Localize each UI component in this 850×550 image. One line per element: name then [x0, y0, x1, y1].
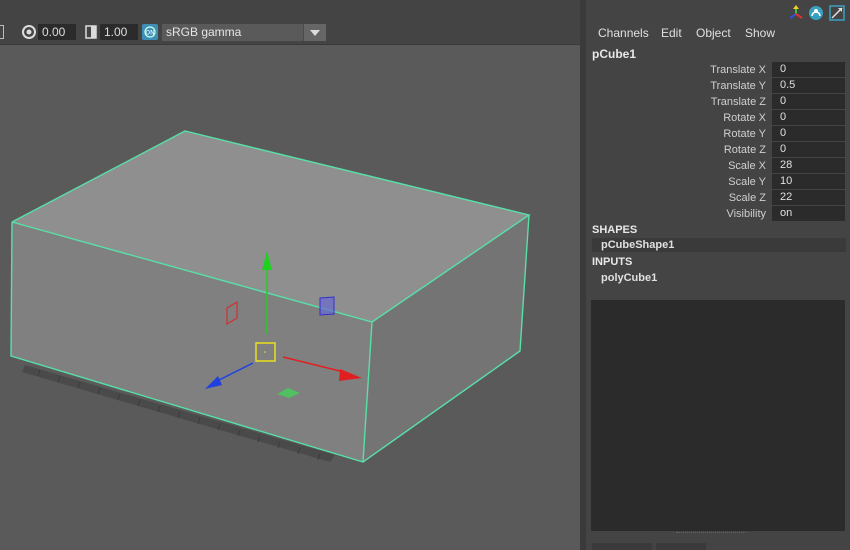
channel-label[interactable]: Translate Y	[710, 78, 766, 94]
channel-row[interactable]: Scale Z 22	[586, 190, 850, 206]
channel-box-menu: Channels Edit Object Show	[586, 26, 850, 42]
exposure-field[interactable]: 0.00	[38, 24, 76, 40]
color-space-dropdown[interactable]: sRGB gamma	[162, 24, 326, 41]
node-name[interactable]: pCube1	[592, 47, 636, 61]
inputs-header: INPUTS	[592, 256, 633, 268]
shapes-header: SHAPES	[592, 224, 638, 236]
menu-channels[interactable]: Channels	[598, 26, 649, 40]
gamma-icon[interactable]	[83, 24, 99, 40]
tool-settings-icon[interactable]	[788, 5, 804, 21]
channel-value-field[interactable]: 0	[772, 94, 845, 109]
bottom-tab[interactable]	[592, 543, 652, 550]
channel-row[interactable]: Translate Z 0	[586, 94, 850, 110]
channel-value-field[interactable]: 0.5	[772, 78, 845, 93]
menu-object[interactable]: Object	[696, 26, 731, 40]
channel-label[interactable]: Translate Z	[711, 94, 766, 110]
menu-show[interactable]: Show	[745, 26, 775, 40]
resize-grip[interactable]	[676, 532, 746, 536]
channel-row[interactable]: Translate X 0	[586, 62, 850, 78]
channel-box: Channels Edit Object Show pCube1 Transla…	[586, 0, 850, 550]
gamma-field[interactable]: 1.00	[100, 24, 138, 40]
channel-value-field[interactable]: 0	[772, 142, 845, 157]
channel-value-field[interactable]: 0	[772, 110, 845, 125]
pivot-center	[264, 351, 266, 353]
channel-label[interactable]: Translate X	[710, 62, 766, 78]
viewport-toolbar: 0.00 1.00 ON sRGB gamma	[0, 0, 583, 45]
channel-label[interactable]: Scale X	[728, 158, 766, 174]
channel-row[interactable]: Rotate Y 0	[586, 126, 850, 142]
color-management-icon[interactable]: ON	[142, 24, 158, 40]
channel-value-field[interactable]: on	[772, 206, 845, 221]
channel-row[interactable]: Scale X 28	[586, 158, 850, 174]
channel-label[interactable]: Rotate Z	[724, 142, 766, 158]
input-item[interactable]: polyCube1	[592, 271, 846, 285]
channel-value-field[interactable]: 10	[772, 174, 845, 189]
chevron-down-icon[interactable]	[303, 24, 326, 41]
exposure-icon[interactable]	[21, 24, 37, 40]
channel-label[interactable]: Scale Z	[729, 190, 766, 206]
viewport-panel: 0.00 1.00 ON sRGB gamma	[0, 0, 583, 550]
bottom-tab[interactable]	[656, 543, 706, 550]
xy-plane-handle[interactable]	[319, 296, 335, 316]
channel-row[interactable]: Scale Y 10	[586, 174, 850, 190]
3d-viewport[interactable]	[0, 45, 583, 550]
channel-value-field[interactable]: 28	[772, 158, 845, 173]
channel-row[interactable]: Translate Y 0.5	[586, 78, 850, 94]
channel-row[interactable]: Visibility on	[586, 206, 850, 222]
channel-box-icon[interactable]	[829, 5, 845, 21]
channel-row[interactable]: Rotate Z 0	[586, 142, 850, 158]
attribute-editor-icon[interactable]	[808, 5, 824, 21]
channel-value-field[interactable]: 22	[772, 190, 845, 205]
shape-item[interactable]: pCubeShape1	[592, 238, 846, 252]
channel-label[interactable]: Rotate Y	[723, 126, 766, 142]
svg-text:ON: ON	[145, 30, 154, 37]
channel-value-field[interactable]: 0	[772, 126, 845, 141]
channel-row[interactable]: Rotate X 0	[586, 110, 850, 126]
channel-value-field[interactable]: 0	[772, 62, 845, 77]
channel-label[interactable]: Scale Y	[728, 174, 766, 190]
menu-edit[interactable]: Edit	[661, 26, 682, 40]
color-space-label: sRGB gamma	[166, 25, 242, 39]
layer-editor-area	[591, 300, 845, 531]
partial-icon[interactable]	[0, 25, 4, 39]
channel-label[interactable]: Visibility	[726, 206, 766, 222]
channel-label[interactable]: Rotate X	[723, 110, 766, 126]
